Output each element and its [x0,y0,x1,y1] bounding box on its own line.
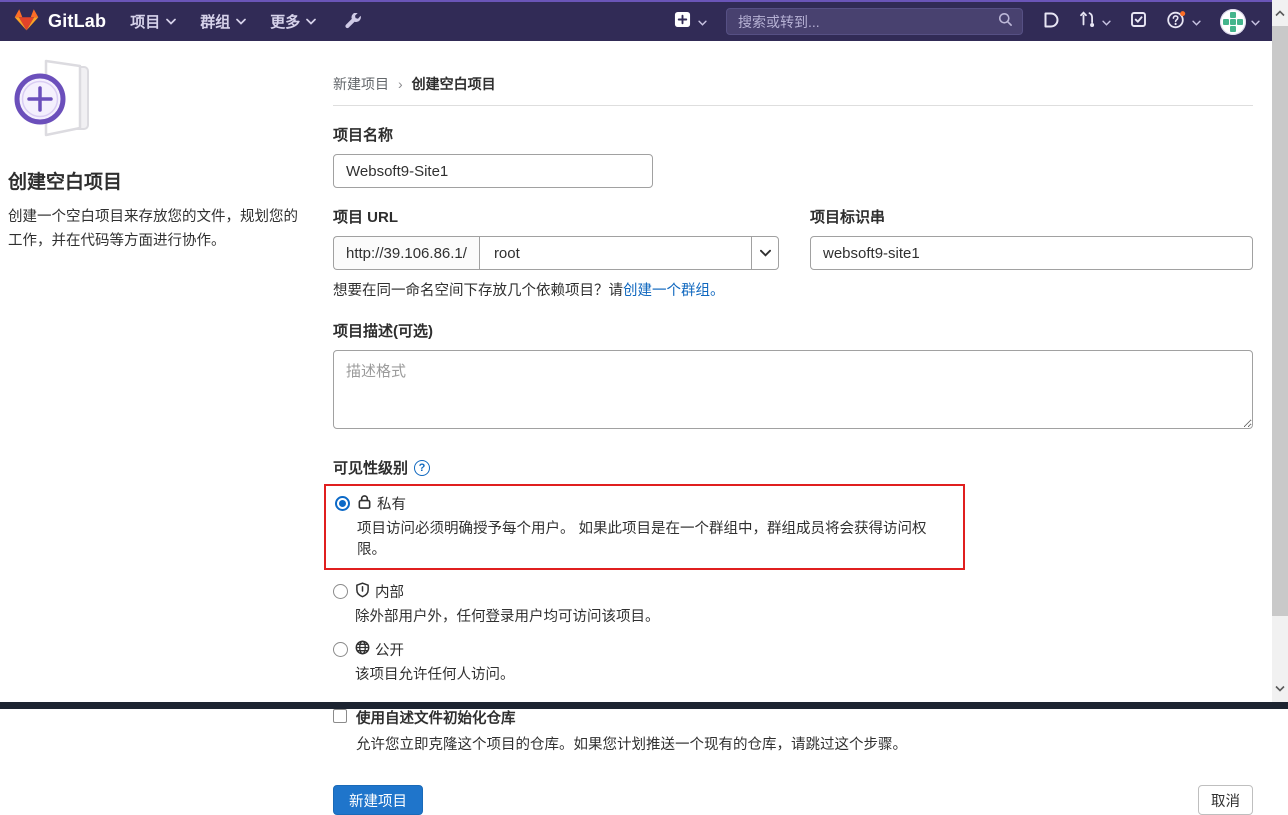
nav-menu-more-label: 更多 [270,11,300,32]
gitlab-logo-icon [14,8,39,36]
visibility-level-label: 可见性级别 ? [333,457,1253,478]
internal-radio[interactable] [333,584,348,599]
user-menu-button[interactable] [1220,9,1260,35]
public-option-name: 公开 [375,639,404,660]
red-highlight-annotation: 私有 项目访问必须明确授予每个用户。 如果此项目是在一个群组中，群组成员将会获得… [324,484,965,570]
blank-project-illustration-icon [8,131,108,147]
shield-icon [355,582,370,602]
gitlab-home-link[interactable]: GitLab [14,8,106,36]
window-scrollbar[interactable] [1272,0,1288,709]
wrench-icon [344,13,362,31]
help-question-icon [1166,10,1187,34]
private-radio[interactable] [335,496,350,511]
namespace-select[interactable]: root [479,236,779,270]
chevron-down-icon [306,18,316,25]
visibility-option-public[interactable]: 公开 该项目允许任何人访问。 [333,639,1253,684]
nav-menu-groups[interactable]: 群组 [200,11,246,32]
new-dropdown-button[interactable] [674,11,707,32]
cancel-button[interactable]: 取消 [1198,785,1253,815]
chevron-down-icon [698,14,707,30]
namespace-help-prefix: 想要在同一命名空间下存放几个依赖项目？请 [333,283,623,299]
init-readme-label: 使用自述文件初始化仓库 [356,707,907,728]
breadcrumb-current: 创建空白项目 [412,74,496,94]
issues-icon [1042,11,1059,33]
todos-button[interactable] [1130,11,1147,32]
chevron-down-icon[interactable] [751,237,778,269]
new-project-form: 新建项目 › 创建空白项目 项目名称 项目 URL http://39.106.… [333,41,1253,815]
internal-option-name: 内部 [375,581,404,602]
project-name-label: 项目名称 [333,124,1253,145]
visibility-level-label-text: 可见性级别 [333,457,408,478]
project-name-input[interactable] [333,154,653,188]
project-description-textarea[interactable] [333,350,1253,429]
merge-requests-button[interactable] [1078,10,1111,33]
chevron-down-icon [1102,14,1111,30]
todo-check-icon [1130,11,1147,32]
private-option-name: 私有 [377,493,406,514]
nav-menu-groups-label: 群组 [200,11,230,32]
plus-square-icon [674,11,691,32]
scrollbar-up-arrow-icon[interactable] [1272,5,1288,22]
nav-menu-projects[interactable]: 项目 [130,11,176,32]
page-intro-panel: 创建空白项目 创建一个空白项目来存放您的文件，规划您的工作，并在代码等方面进行协… [8,57,304,254]
init-readme-description: 允许您立即克隆这个项目的仓库。如果您计划推送一个现有的仓库，请跳过这个步骤。 [356,733,907,754]
public-radio[interactable] [333,642,348,657]
search-input[interactable] [736,13,990,31]
scrollbar-down-arrow-icon[interactable] [1272,680,1288,697]
namespace-help-text: 想要在同一命名空间下存放几个依赖项目？请创建一个群组。 [333,279,779,300]
issues-button[interactable] [1042,11,1059,33]
merge-request-icon [1078,10,1097,33]
project-url-prefix: http://39.106.86.1/ [333,236,479,270]
private-option-description: 项目访问必须明确授予每个用户。 如果此项目是在一个群组中，群组成员将会获得访问权… [357,517,953,559]
top-navbar: GitLab 项目 群组 更多 [0,0,1272,41]
create-group-link[interactable]: 创建一个群组。 [623,283,725,299]
globe-icon [355,640,370,659]
project-slug-label: 项目标识串 [810,206,1253,227]
scrollbar-thumb[interactable] [1272,26,1288,616]
chevron-down-icon [1251,14,1260,30]
breadcrumb-separator: › [389,76,412,92]
user-avatar [1220,9,1246,35]
lock-icon [357,494,372,514]
init-readme-checkbox[interactable] [333,709,347,723]
chevron-down-icon [236,18,246,25]
chevron-down-icon [1192,14,1201,30]
project-slug-input[interactable] [810,236,1253,270]
internal-option-description: 除外部用户外，任何登录用户均可访问该项目。 [355,605,660,626]
visibility-option-private[interactable]: 私有 项目访问必须明确授予每个用户。 如果此项目是在一个群组中，群组成员将会获得… [335,493,953,559]
project-description-label: 项目描述(可选) [333,320,1253,341]
page-description: 创建一个空白项目来存放您的文件，规划您的工作，并在代码等方面进行协作。 [8,206,304,254]
window-bottom-edge [0,702,1288,709]
project-url-label: 项目 URL [333,206,779,227]
public-option-description: 该项目允许任何人访问。 [355,663,515,684]
search-icon [998,12,1013,31]
brand-name: GitLab [48,11,106,32]
chevron-down-icon [166,18,176,25]
admin-area-button[interactable] [344,13,362,31]
page-title: 创建空白项目 [8,167,304,194]
breadcrumb-new-project-link[interactable]: 新建项目 [333,74,389,94]
breadcrumb-divider [333,105,1253,106]
breadcrumb: 新建项目 › 创建空白项目 [333,74,1253,94]
nav-menu-more[interactable]: 更多 [270,11,316,32]
visibility-option-internal[interactable]: 内部 除外部用户外，任何登录用户均可访问该项目。 [333,581,1253,626]
namespace-selected-value: root [480,245,520,262]
init-readme-option[interactable]: 使用自述文件初始化仓库 允许您立即克隆这个项目的仓库。如果您计划推送一个现有的仓… [333,707,1253,754]
global-search[interactable] [726,8,1023,35]
help-menu-button[interactable] [1166,10,1201,34]
visibility-help-icon[interactable]: ? [414,460,430,476]
create-project-button[interactable]: 新建项目 [333,785,423,815]
nav-menu-projects-label: 项目 [130,11,160,32]
